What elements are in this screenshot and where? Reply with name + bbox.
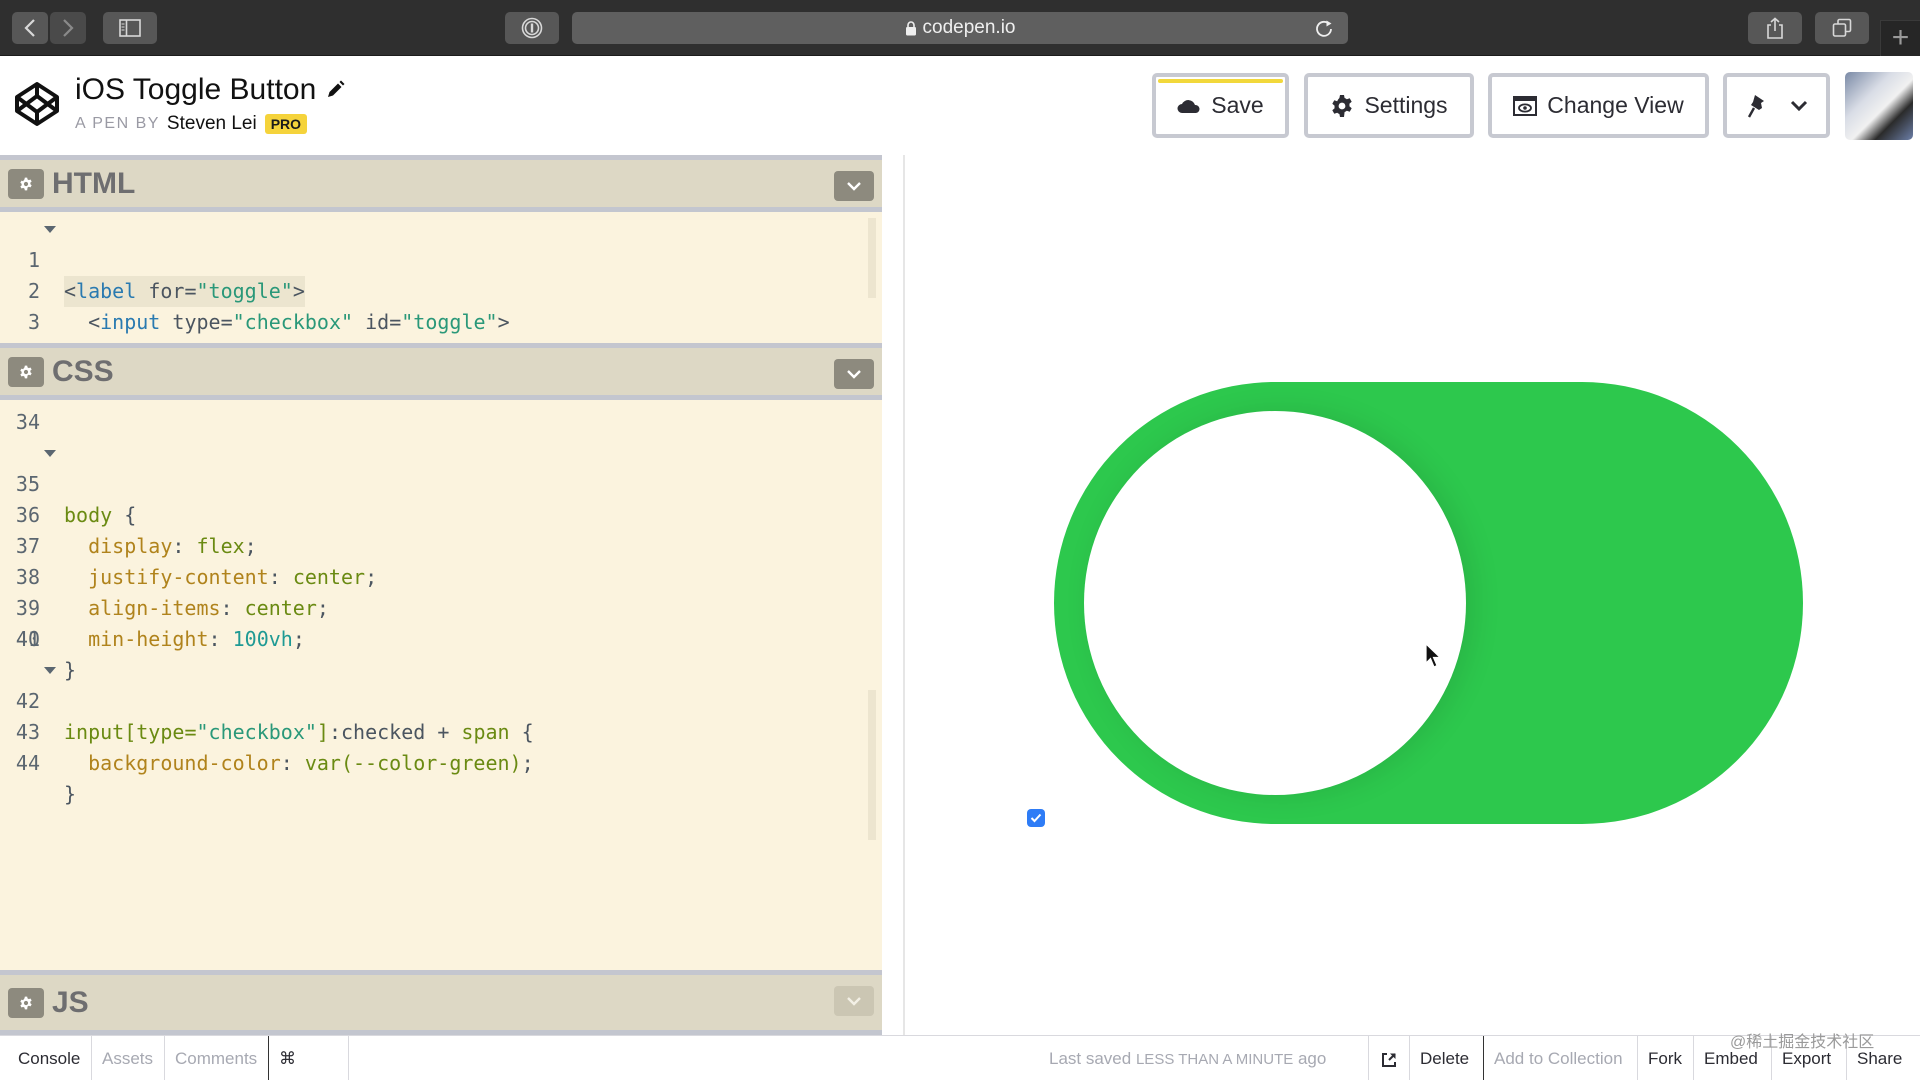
- share-icon: [1767, 17, 1783, 39]
- fold-arrow-icon[interactable]: [44, 226, 56, 233]
- lock-icon: [905, 20, 916, 35]
- byline-prefix: A PEN BY: [75, 115, 160, 132]
- code-line: 3 <span></span>: [27, 310, 245, 343]
- password-manager-button[interactable]: [505, 12, 559, 44]
- share-page-button[interactable]: [1748, 12, 1802, 44]
- pin-menu-button[interactable]: [1723, 73, 1830, 138]
- change-view-button[interactable]: Change View: [1488, 73, 1709, 138]
- edit-title-icon[interactable]: [325, 80, 345, 100]
- reload-icon[interactable]: [1314, 18, 1334, 38]
- pen-title: iOS Toggle Button: [75, 73, 345, 107]
- console-button[interactable]: Console: [0, 1036, 92, 1080]
- settings-button[interactable]: Settings: [1304, 73, 1474, 138]
- gear-icon: [1332, 94, 1353, 117]
- pen-byline: A PEN BY Steven Lei PRO: [75, 113, 308, 135]
- chevron-down-icon: [847, 370, 861, 379]
- css-code-editor[interactable]: 34 35 body { 36 display: flex; 37 justif…: [0, 400, 882, 970]
- pen-title-text: iOS Toggle Button: [75, 73, 317, 106]
- html-collapse-button[interactable]: [834, 171, 874, 201]
- user-avatar[interactable]: [1845, 72, 1913, 140]
- footer-bar: Console Assets Comments ⌘ Keys Last save…: [0, 1035, 1920, 1080]
- back-button[interactable]: [12, 12, 48, 44]
- add-to-collection-button[interactable]: Add to Collection: [1484, 1036, 1638, 1080]
- new-tab-button[interactable]: +: [1880, 20, 1920, 56]
- change-view-label: Change View: [1547, 92, 1684, 118]
- code-line: 35 body {: [0, 438, 882, 527]
- back-icon: [24, 19, 35, 37]
- code-line: 43 background-color: var(--color-green);: [15, 720, 534, 775]
- chevron-down-icon: [1790, 100, 1807, 111]
- fold-arrow-icon[interactable]: [44, 667, 56, 674]
- password-manager-icon: [521, 17, 543, 39]
- sidebar-toggle-button[interactable]: [103, 12, 157, 44]
- mouse-cursor-icon: [1425, 643, 1442, 668]
- comments-button[interactable]: Comments: [165, 1036, 269, 1080]
- css-pane-title: CSS: [52, 354, 114, 388]
- open-in-new-window-button[interactable]: [1368, 1036, 1410, 1080]
- css-scrollbar[interactable]: [868, 690, 876, 840]
- browser-toolbar: codepen.io +: [0, 0, 1920, 56]
- sidebar-icon: [119, 19, 141, 37]
- gear-icon: [20, 365, 32, 378]
- show-tabs-button[interactable]: [1815, 12, 1869, 44]
- toggle-switch-knob[interactable]: [1084, 411, 1466, 795]
- external-link-icon: [1382, 1052, 1396, 1067]
- author-link[interactable]: Steven Lei: [167, 113, 257, 135]
- fork-button[interactable]: Fork: [1638, 1036, 1694, 1080]
- code-line: 44 }: [15, 751, 77, 806]
- css-collapse-button[interactable]: [834, 359, 874, 389]
- html-settings-button[interactable]: [8, 168, 44, 199]
- new-tab-icon: +: [1891, 21, 1910, 54]
- checkmark-icon: [1030, 813, 1042, 823]
- cloud-icon: [1177, 99, 1200, 113]
- fold-arrow-icon[interactable]: [44, 450, 56, 457]
- gear-icon: [20, 177, 32, 190]
- save-label: Save: [1211, 92, 1264, 118]
- toggle-checkbox[interactable]: [1027, 809, 1045, 827]
- pro-badge: PRO: [264, 114, 308, 134]
- code-line: 4 </label>: [0, 307, 882, 343]
- html-pane-title: HTML: [52, 166, 136, 200]
- delete-button[interactable]: Delete: [1410, 1036, 1484, 1080]
- html-code-editor[interactable]: 1 <label for="toggle"> 2 <input type="ch…: [0, 212, 882, 343]
- code-line: 38 align-items: center;: [15, 565, 329, 620]
- gear-icon: [20, 996, 32, 1009]
- change-view-icon: [1513, 95, 1538, 116]
- editor-column: HTML 1 <label for="toggle"> 2 <input typ…: [0, 155, 882, 1035]
- js-collapse-button[interactable]: [834, 986, 874, 1016]
- preview-pane: [903, 155, 1920, 1035]
- settings-label: Settings: [1364, 92, 1448, 118]
- js-pane-title: JS: [52, 985, 89, 1019]
- tabs-icon: [1832, 18, 1852, 37]
- chevron-down-icon: [847, 997, 861, 1006]
- forward-icon: [63, 19, 74, 37]
- pen-header: iOS Toggle Button A PEN BY Steven Lei PR…: [0, 57, 1920, 155]
- pin-icon: [1747, 94, 1764, 118]
- js-settings-button[interactable]: [8, 987, 44, 1018]
- url-text: codepen.io: [922, 17, 1016, 38]
- html-scrollbar[interactable]: [868, 218, 876, 298]
- code-line: 42 input[type="checkbox"]:checked + span…: [0, 655, 882, 744]
- forward-button[interactable]: [50, 12, 86, 44]
- chevron-down-icon: [847, 182, 861, 191]
- css-pane-header[interactable]: CSS: [0, 343, 882, 395]
- js-pane-header[interactable]: JS: [0, 970, 882, 1030]
- code-line: 2 <input type="checkbox" id="toggle">: [27, 279, 510, 334]
- last-saved-status: Last saved LESS THAN A MINUTE ago: [1049, 1049, 1327, 1068]
- code-line: 37 justify-content: center;: [15, 534, 378, 589]
- code-line: 36 display: flex;: [15, 503, 257, 558]
- watermark-text: @稀土掘金技术社区: [1730, 1034, 1875, 1051]
- address-bar[interactable]: codepen.io: [572, 12, 1348, 44]
- save-button[interactable]: Save: [1152, 73, 1289, 138]
- codepen-logo-icon[interactable]: [14, 81, 60, 127]
- code-line: 39 min-height: 100vh;: [15, 596, 305, 651]
- css-settings-button[interactable]: [8, 356, 44, 387]
- assets-button[interactable]: Assets: [92, 1036, 165, 1080]
- code-line: 1 <label for="toggle">: [0, 214, 882, 307]
- toggle-switch-track[interactable]: [1054, 382, 1803, 824]
- code-line: 40 }: [15, 627, 77, 682]
- keys-button[interactable]: ⌘ Keys: [269, 1036, 349, 1080]
- html-pane-header[interactable]: HTML: [0, 155, 882, 207]
